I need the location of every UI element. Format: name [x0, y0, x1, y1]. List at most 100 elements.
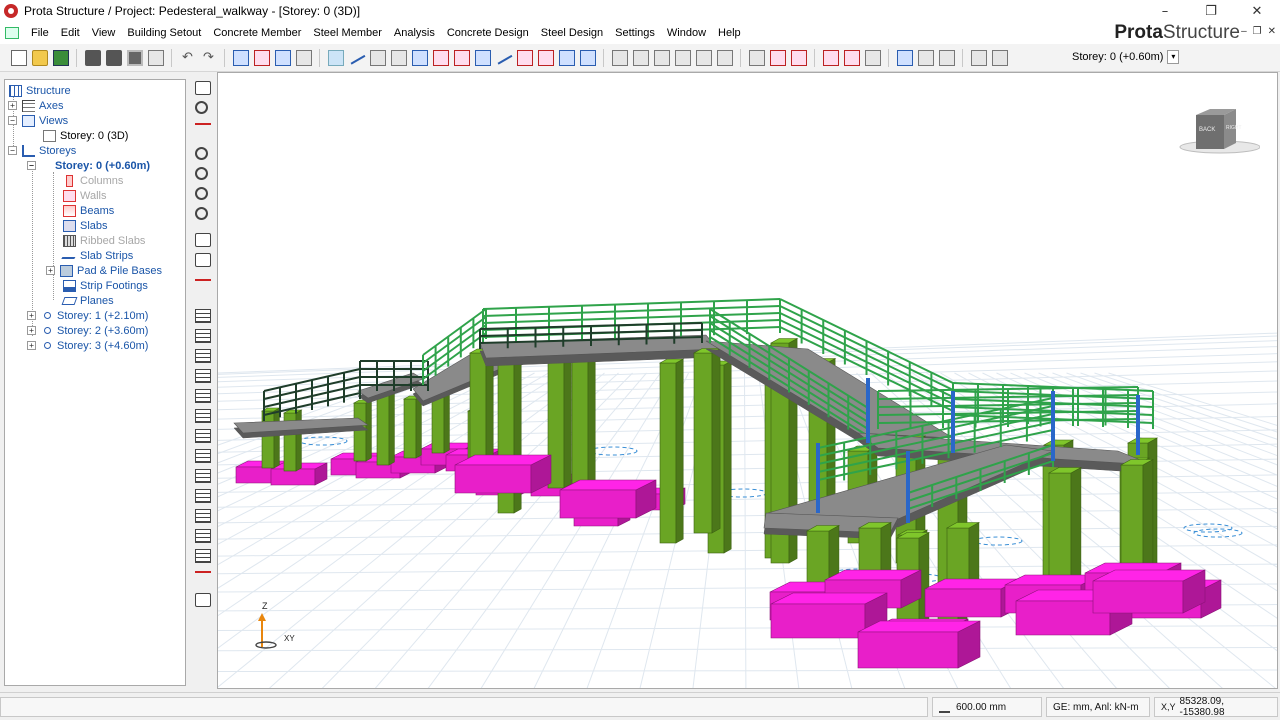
mdi-minimize-button[interactable]: –	[1241, 26, 1247, 37]
tree-item-axes[interactable]: + Axes	[8, 98, 63, 113]
tree-item-views[interactable]: − Views	[8, 113, 68, 128]
beam-icon[interactable]	[453, 49, 470, 66]
curved-beam-icon[interactable]	[432, 49, 449, 66]
grid-axis-icon[interactable]	[369, 49, 386, 66]
storey-layer-2-icon[interactable]	[195, 329, 211, 343]
storey-layer-11-icon[interactable]	[195, 509, 211, 523]
table-icon[interactable]	[917, 49, 934, 66]
minimize-button[interactable]: –	[1142, 0, 1188, 22]
storey-layer-6-icon[interactable]	[195, 409, 211, 423]
select-icon[interactable]	[274, 49, 291, 66]
storey-layer-8-icon[interactable]	[195, 449, 211, 463]
tree-item-walls[interactable]: Walls	[63, 188, 106, 203]
print-icon[interactable]	[84, 49, 101, 66]
copy-view-icon[interactable]	[195, 253, 211, 267]
tree-item-view-storey0[interactable]: Storey: 0 (3D)	[43, 128, 128, 143]
tree-item-columns[interactable]: Columns	[63, 173, 123, 188]
split-icon[interactable]	[843, 49, 860, 66]
frame-icon[interactable]	[769, 49, 786, 66]
mdi-close-button[interactable]: ✕	[1268, 26, 1276, 37]
steel-column-icon[interactable]	[611, 49, 628, 66]
multi-storey-icon[interactable]	[790, 49, 807, 66]
orbit-icon[interactable]	[195, 101, 208, 114]
layers-icon[interactable]	[970, 49, 987, 66]
tree-item-storey2[interactable]: + Storey: 2 (+3.60m)	[27, 323, 148, 338]
schedule-icon[interactable]	[938, 49, 955, 66]
tree-item-structure[interactable]: Structure	[9, 83, 71, 98]
storey-layer-10-icon[interactable]	[195, 489, 211, 503]
menu-steel-member[interactable]: Steel Member	[307, 27, 387, 39]
render-icon[interactable]	[896, 49, 913, 66]
menu-settings[interactable]: Settings	[609, 27, 661, 39]
storey-layer-5-icon[interactable]	[195, 389, 211, 403]
generate-icon[interactable]	[126, 49, 143, 66]
chevron-down-icon[interactable]: ▾	[1167, 50, 1180, 64]
slab-strip-icon[interactable]	[495, 50, 512, 65]
measure-icon[interactable]	[195, 233, 211, 247]
tree-item-ribbed-slabs[interactable]: Ribbed Slabs	[63, 233, 145, 248]
report-icon[interactable]	[147, 49, 164, 66]
menu-steel-design[interactable]: Steel Design	[535, 27, 609, 39]
load-icon[interactable]	[579, 49, 596, 66]
expand-icon[interactable]: +	[46, 266, 55, 275]
storey-layer-4-icon[interactable]	[195, 369, 211, 383]
menu-concrete-design[interactable]: Concrete Design	[441, 27, 535, 39]
wall-icon[interactable]	[411, 49, 428, 66]
tree-item-slab-strips[interactable]: Slab Strips	[61, 248, 133, 263]
storey-layer-7-icon[interactable]	[195, 429, 211, 443]
truss-icon[interactable]	[674, 49, 691, 66]
menu-window[interactable]: Window	[661, 27, 712, 39]
storey-dropdown[interactable]: Storey: 0 (+0.60m) ▾	[1072, 48, 1180, 66]
brace-icon[interactable]	[653, 49, 670, 66]
tree-item-pad-pile-bases[interactable]: + Pad & Pile Bases	[46, 263, 162, 278]
tree-item-storeys[interactable]: − Storeys	[8, 143, 76, 158]
view-cube[interactable]: BACK RIGHT	[1178, 105, 1261, 158]
tree-item-planes[interactable]: Planes	[61, 293, 114, 308]
plane-icon[interactable]	[558, 49, 575, 66]
pointer-select-icon[interactable]	[327, 49, 344, 66]
pencil-icon[interactable]	[195, 81, 211, 95]
footing-icon[interactable]	[537, 49, 554, 66]
tree-item-slabs[interactable]: Slabs	[63, 218, 108, 233]
storey-layer-12-icon[interactable]	[195, 529, 211, 543]
expand-icon[interactable]: +	[27, 311, 36, 320]
check-member-icon[interactable]	[822, 49, 839, 66]
tree-item-storey0[interactable]: − Storey: 0 (+0.60m)	[27, 158, 150, 173]
storey-color-icon[interactable]	[195, 571, 211, 585]
menu-file[interactable]: File	[25, 27, 55, 39]
cube-face-right[interactable]: RIGHT	[1226, 125, 1242, 131]
menu-concrete-member[interactable]: Concrete Member	[207, 27, 307, 39]
menu-analysis[interactable]: Analysis	[388, 27, 441, 39]
menu-building-setout[interactable]: Building Setout	[121, 27, 207, 39]
menu-view[interactable]: View	[86, 27, 122, 39]
new-file-icon[interactable]	[10, 49, 27, 66]
snap-distance-field[interactable]: 600.00 mm	[932, 697, 1042, 717]
3d-viewport[interactable]: BACK RIGHT Z XY	[217, 72, 1278, 689]
zoom-window-icon[interactable]	[195, 147, 208, 160]
column-icon[interactable]	[390, 49, 407, 66]
undo-icon[interactable]: ↶	[180, 50, 196, 66]
slab-icon[interactable]	[474, 49, 491, 66]
maximize-button[interactable]: ❐	[1188, 0, 1234, 22]
units-field[interactable]: GE: mm, Anl: kN-m	[1046, 697, 1150, 717]
zoom-previous-icon[interactable]	[195, 167, 208, 180]
steel-beam-icon[interactable]	[632, 49, 649, 66]
close-button[interactable]: ✕	[1234, 0, 1280, 22]
expand-icon[interactable]: +	[27, 341, 36, 350]
mdi-restore-button[interactable]: ❐	[1253, 26, 1262, 37]
tree-item-storey1[interactable]: + Storey: 1 (+2.10m)	[27, 308, 148, 323]
roof-icon[interactable]	[748, 49, 765, 66]
menu-edit[interactable]: Edit	[55, 27, 86, 39]
steel-connection-icon[interactable]	[716, 49, 733, 66]
zoom-extents-icon[interactable]	[195, 187, 208, 200]
dimension-icon[interactable]	[195, 123, 211, 137]
storey-layer-9-icon[interactable]	[195, 469, 211, 483]
redo-icon[interactable]: ↷	[201, 50, 217, 66]
collapse-icon[interactable]: −	[27, 161, 36, 170]
storey-edit-icon[interactable]	[195, 593, 211, 607]
collapse-icon[interactable]: −	[8, 116, 17, 125]
portal-frame-icon[interactable]	[695, 49, 712, 66]
draw-line-icon[interactable]	[348, 50, 365, 65]
tree-item-beams[interactable]: Beams	[63, 203, 114, 218]
document-icon[interactable]	[5, 27, 19, 39]
